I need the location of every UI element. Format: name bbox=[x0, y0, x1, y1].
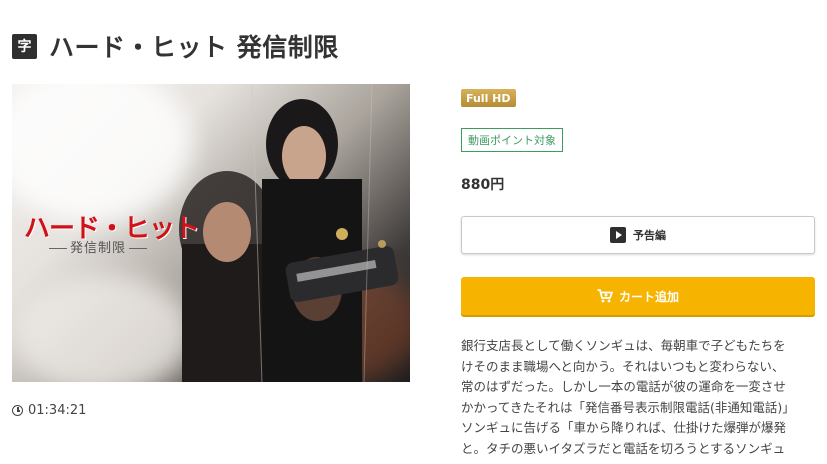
cart-icon bbox=[597, 289, 613, 303]
description-line: 銀行支店長として働くソンギュは、毎朝車で子どもたちを bbox=[461, 338, 786, 353]
description-line: 常のはずだった。しかし一本の電話が彼の運命を一変させ bbox=[461, 379, 786, 394]
description-line: と。タチの悪いイタズラだと電話を切ろうとするソンギュ bbox=[461, 440, 786, 456]
play-icon bbox=[610, 227, 626, 243]
price: 880円 bbox=[461, 177, 505, 193]
description-line: ソンギュに告げる「車から降りれば、仕掛けた爆弾が爆発 bbox=[461, 420, 787, 435]
subtitle-badge: 字 bbox=[12, 33, 37, 59]
description-line: かかってきたそれは「発信番号表示制限電話(非通知電話)」 bbox=[461, 399, 795, 415]
quality-badge: Full HD bbox=[461, 89, 516, 107]
clock-icon bbox=[12, 405, 23, 416]
poster-image[interactable]: ハード・ヒット 発信制限 bbox=[12, 84, 410, 382]
point-badge: 動画ポイント対象 bbox=[461, 128, 563, 152]
cart-label: カート追加 bbox=[618, 289, 679, 304]
title-row: 字 ハード・ヒット 発信制限 bbox=[12, 28, 339, 64]
description: 銀行支店長として働くソンギュは、毎朝車で子どもたちを けそのまま職場へと向かう。… bbox=[461, 336, 827, 459]
poster-subtitle: 発信制限 bbox=[46, 237, 150, 256]
trailer-label: 予告編 bbox=[633, 229, 666, 242]
duration-value: 01:34:21 bbox=[28, 403, 87, 418]
trailer-button[interactable]: 予告編 bbox=[461, 216, 815, 254]
page-title: ハード・ヒット 発信制限 bbox=[49, 33, 339, 62]
description-line: けそのまま職場へと向かう。それはいつもと変わらない、 bbox=[461, 358, 785, 374]
duration: 01:34:21 bbox=[12, 403, 86, 418]
add-to-cart-button[interactable]: カート追加 bbox=[461, 277, 815, 315]
